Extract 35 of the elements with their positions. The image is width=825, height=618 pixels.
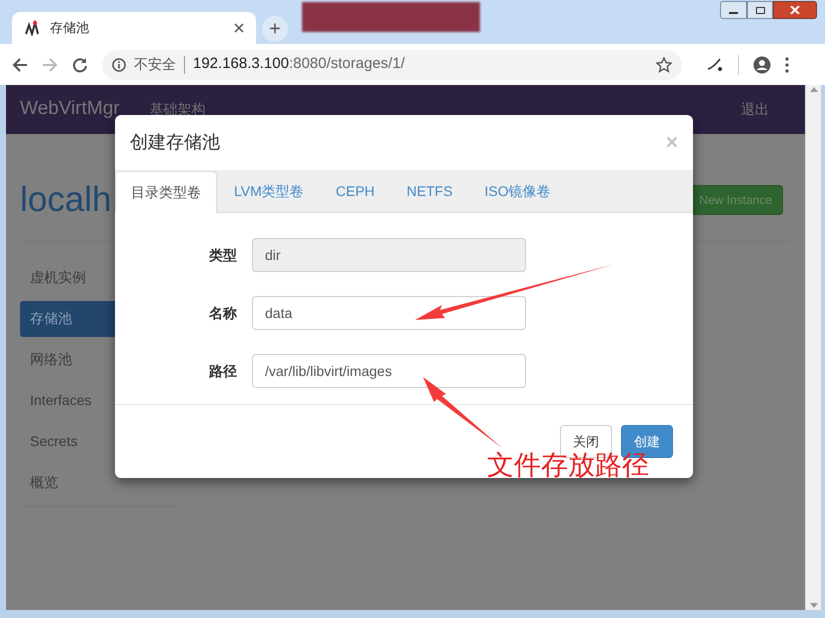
tab[interactable]: CEPH <box>320 170 390 212</box>
tab[interactable]: ISO镜像卷 <box>470 170 566 212</box>
logout-link[interactable]: 退出 <box>741 99 769 120</box>
close-icon <box>790 6 800 14</box>
url-text: 192.168.3.100:8080/storages/1/ <box>193 54 405 74</box>
browser-tab[interactable]: 存储池 <box>12 12 256 44</box>
sidebar-item[interactable]: 概览 <box>20 464 176 500</box>
new-tab-button[interactable]: + <box>262 16 288 42</box>
account-icon[interactable] <box>753 56 771 74</box>
modal-title: 创建存储池 <box>130 131 220 154</box>
input-field[interactable]: data <box>252 296 526 330</box>
minimize-button[interactable] <box>720 1 747 19</box>
brand-link[interactable]: WebVirtMgr <box>20 95 120 124</box>
security-label: 不安全 <box>134 55 176 74</box>
star-icon[interactable] <box>656 56 672 72</box>
reload-icon[interactable] <box>72 56 88 72</box>
app-logo-icon <box>24 20 40 36</box>
field-label: 类型 <box>208 246 238 264</box>
field-label: 路径 <box>208 362 238 380</box>
tab[interactable]: NETFS <box>392 170 468 212</box>
maximize-button[interactable] <box>747 1 773 19</box>
menu-icon[interactable] <box>785 56 789 72</box>
close-button[interactable]: × <box>666 132 678 153</box>
address-bar[interactable]: 不安全 192.168.3.100:8080/storages/1/ <box>102 50 682 80</box>
field-label: 名称 <box>208 304 238 322</box>
extension-icon[interactable] <box>706 56 724 72</box>
tab[interactable]: 目录类型卷 <box>115 171 217 213</box>
info-icon <box>112 58 126 72</box>
close-button[interactable] <box>773 1 817 19</box>
tab-title: 存储池 <box>50 19 89 38</box>
tab[interactable]: LVM类型卷 <box>219 170 319 212</box>
back-icon[interactable] <box>12 56 28 72</box>
input-field[interactable]: /var/lib/libvirt/images <box>252 354 526 388</box>
page-heading: localh <box>20 179 112 221</box>
close-icon[interactable] <box>234 23 244 33</box>
